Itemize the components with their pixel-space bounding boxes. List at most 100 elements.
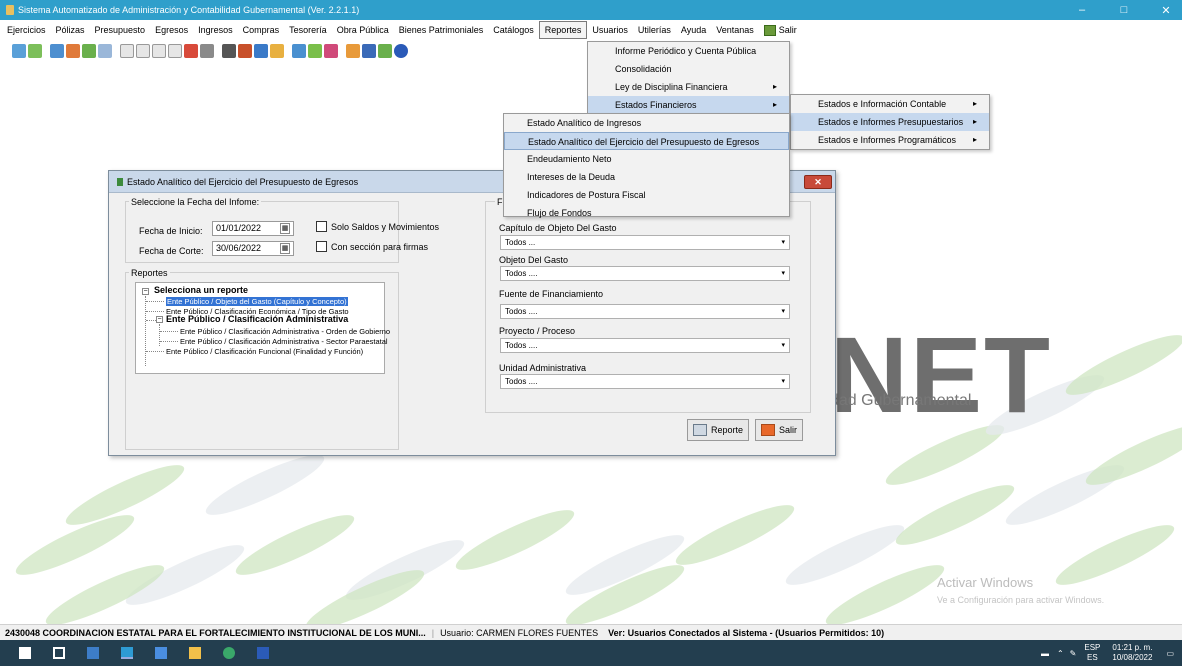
app-icon-3[interactable] [150, 643, 172, 663]
start-icon[interactable] [14, 643, 36, 663]
tree-item-orden-gobierno[interactable]: Ente Público / Clasificación Administrat… [180, 327, 390, 336]
minimize-button[interactable]: – [1062, 0, 1102, 20]
clock[interactable]: 01:21 p. m. 10/08/2022 [1112, 643, 1152, 663]
menu-ventanas[interactable]: Ventanas [711, 21, 759, 39]
help-icon[interactable] [394, 44, 408, 58]
status-connected-users[interactable]: Ver: Usuarios Conectados al Sistema - (U… [608, 628, 884, 638]
battery-icon[interactable]: ▬ [1041, 649, 1049, 658]
menu-item-estados-financieros[interactable]: Estados Financieros ▸ [588, 96, 789, 114]
e-icon[interactable] [152, 44, 166, 58]
chart-icon[interactable] [238, 44, 252, 58]
checkbox-box[interactable] [316, 221, 327, 232]
task-view-icon[interactable] [48, 643, 70, 663]
database-icon[interactable] [50, 44, 64, 58]
tree-item-sector-paraestatal[interactable]: Ente Público / Clasificación Administrat… [180, 337, 388, 346]
fuente-select[interactable]: Todos .... ▾ [500, 304, 790, 319]
tools-icon[interactable] [200, 44, 214, 58]
chevron-right-icon: ▸ [972, 135, 977, 144]
fecha-corte-picker[interactable]: 30/06/2022 ▦ [212, 241, 294, 256]
tree-item-objeto-gasto[interactable]: Ente Público / Objeto del Gasto (Capítul… [166, 297, 348, 306]
chrome-icon[interactable] [218, 643, 240, 663]
menu-item-informacion-contable[interactable]: Estados e Información Contable ▸ [791, 95, 989, 113]
menu-reportes[interactable]: Reportes [538, 21, 588, 39]
c-icon[interactable] [120, 44, 134, 58]
document-icon[interactable] [28, 44, 42, 58]
menu-ingresos[interactable]: Ingresos [193, 21, 238, 39]
menu-item-endeudamiento-neto[interactable]: Endeudamiento Neto [504, 150, 789, 168]
box-icon[interactable] [270, 44, 284, 58]
flag-icon[interactable] [324, 44, 338, 58]
key-icon[interactable] [362, 44, 376, 58]
collapse-icon[interactable]: − [156, 316, 163, 323]
ledger-icon[interactable] [82, 44, 96, 58]
close-button[interactable]: ✕ [1146, 0, 1182, 20]
dialog-close-button[interactable]: ✕ [804, 175, 832, 189]
menu-obra-publica[interactable]: Obra Pública [332, 21, 394, 39]
green-doc-icon[interactable] [378, 44, 392, 58]
menu-item-flujo-fondos[interactable]: Flujo de Fondos [504, 204, 789, 222]
refresh-icon[interactable] [12, 44, 26, 58]
menu-egresos[interactable]: Egresos [150, 21, 193, 39]
menu-item-postura-fiscal[interactable]: Indicadores de Postura Fiscal [504, 186, 789, 204]
d-icon[interactable] [136, 44, 150, 58]
fecha-inicio-picker[interactable]: 01/01/2022 ▦ [212, 221, 294, 236]
language-indicator[interactable]: ESP ES [1084, 643, 1100, 663]
reporte-button[interactable]: Reporte [687, 419, 750, 441]
word-icon[interactable] [252, 643, 274, 663]
collapse-icon[interactable]: − [142, 288, 149, 295]
menu-item-informe-periodico[interactable]: Informe Periódico y Cuenta Pública [588, 42, 789, 60]
notifications-icon[interactable]: ▭ [1166, 649, 1174, 658]
proyecto-select[interactable]: Todos .... ▾ [500, 338, 790, 353]
pen-icon[interactable]: ✎ [1070, 649, 1077, 658]
menu-usuarios[interactable]: Usuarios [587, 21, 633, 39]
tree-icon[interactable] [346, 44, 360, 58]
menu-polizas[interactable]: Pólizas [51, 21, 90, 39]
calendar-icon[interactable]: ▦ [280, 243, 290, 254]
tree-group-clasificacion-administrativa[interactable]: Ente Público / Clasificación Administrat… [166, 315, 348, 324]
window-title: Sistema Automatizado de Administración y… [18, 5, 360, 15]
red-doc-icon[interactable] [184, 44, 198, 58]
proyecto-value: Todos .... [505, 341, 538, 350]
report-icon[interactable] [292, 44, 306, 58]
app-icon-2[interactable] [116, 643, 138, 663]
menu-catalogos[interactable]: Catálogos [488, 21, 539, 39]
objeto-gasto-select[interactable]: Todos .... ▾ [500, 266, 790, 281]
calendar-icon[interactable]: ▦ [280, 223, 290, 234]
activate-windows-text: Ve a Configuración para activar Windows. [937, 595, 1105, 605]
transfer-icon[interactable] [66, 44, 80, 58]
clock-time: 01:21 p. m. [1112, 643, 1153, 652]
app-icon-1[interactable] [82, 643, 104, 663]
unidad-select[interactable]: Todos .... ▾ [500, 374, 790, 389]
calculator-icon[interactable] [222, 44, 236, 58]
menu-ejercicios[interactable]: Ejercicios [2, 21, 51, 39]
menu-presupuesto[interactable]: Presupuesto [90, 21, 151, 39]
file-explorer-icon[interactable] [184, 643, 206, 663]
menu-item-ley-disciplina[interactable]: Ley de Disciplina Financiera ▸ [588, 78, 789, 96]
menu-item-analitico-egresos[interactable]: Estado Analítico del Ejercicio del Presu… [504, 132, 789, 150]
menu-compras[interactable]: Compras [238, 21, 285, 39]
menu-item-programaticos[interactable]: Estados e Informes Programáticos ▸ [791, 131, 989, 149]
menu-bienes-patrimoniales[interactable]: Bienes Patrimoniales [394, 21, 489, 39]
capitulo-select[interactable]: Todos ... ▾ [500, 235, 790, 250]
table-icon[interactable] [98, 44, 112, 58]
tree-item-clasificacion-funcional[interactable]: Ente Público / Clasificación Funcional (… [166, 347, 363, 356]
tag-icon[interactable] [308, 44, 322, 58]
menu-item-presupuestarios[interactable]: Estados e Informes Presupuestarios ▸ [791, 113, 989, 131]
checkbox-box[interactable] [316, 241, 327, 252]
firmas-checkbox[interactable]: Con sección para firmas [316, 241, 428, 252]
activate-windows-title: Activar Windows [937, 575, 1034, 590]
menu-ayuda[interactable]: Ayuda [676, 21, 711, 39]
tree-root[interactable]: Selecciona un reporte [154, 286, 248, 295]
menu-item-analitico-ingresos[interactable]: Estado Analítico de Ingresos [504, 114, 789, 132]
maximize-button[interactable]: □ [1104, 0, 1144, 20]
menu-item-intereses-deuda[interactable]: Intereses de la Deuda [504, 168, 789, 186]
salir-button[interactable]: Salir [755, 419, 804, 441]
chevron-up-icon[interactable]: ⌃ [1057, 649, 1064, 658]
menu-salir[interactable]: Salir [759, 21, 802, 39]
menu-utilerias[interactable]: Utilerías [633, 21, 676, 39]
solo-saldos-checkbox[interactable]: Solo Saldos y Movimientos [316, 221, 439, 232]
menu-item-consolidacion[interactable]: Consolidación [588, 60, 789, 78]
users-icon[interactable] [254, 44, 268, 58]
menu-tesoreria[interactable]: Tesorería [284, 21, 332, 39]
p-icon[interactable] [168, 44, 182, 58]
